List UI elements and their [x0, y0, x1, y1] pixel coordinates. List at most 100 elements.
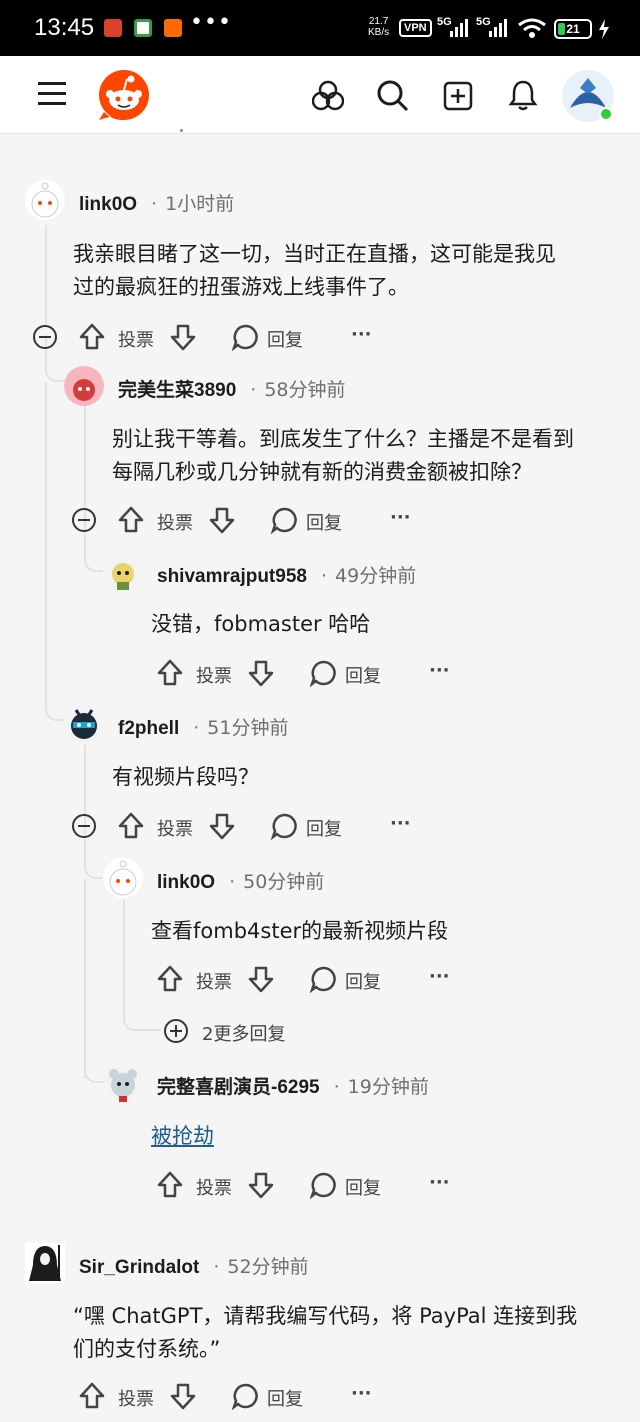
reply-icon[interactable]	[231, 323, 259, 351]
username[interactable]: Sir_Grindalot	[79, 1257, 199, 1278]
downvote-icon[interactable]	[208, 811, 236, 841]
comment-body: 别让我干等着。到底发生了什么？主播是不是看到 每隔几秒或几分钟就有新的消费金额被…	[112, 427, 574, 484]
more-options-icon[interactable]: ···	[351, 1383, 372, 1404]
reply-icon[interactable]	[270, 812, 298, 840]
reply-icon[interactable]	[309, 659, 337, 687]
timestamp: 49分钟前	[335, 565, 417, 587]
avatar[interactable]	[103, 858, 143, 898]
comment-body-link[interactable]: 被抢劫	[151, 1120, 214, 1153]
collapse-thread-button[interactable]	[33, 325, 57, 349]
downvote-icon[interactable]	[208, 505, 236, 535]
comment-body: 有视频片段吗？	[112, 765, 259, 789]
comment-meta: Sir_Grindalot · 52分钟前	[79, 1256, 309, 1278]
comment-body: “嘿 ChatGPT，请帮我编写代码，将 PayPal 连接到我 们的支付系统。…	[73, 1304, 578, 1361]
vote-label: 投票	[196, 1178, 232, 1199]
reply-icon[interactable]	[270, 506, 298, 534]
vote-label: 投票	[118, 1389, 154, 1410]
reply-icon[interactable]	[309, 965, 337, 993]
create-post-icon[interactable]	[443, 81, 473, 111]
timestamp: 19分钟前	[347, 1076, 429, 1098]
expand-more-replies-icon[interactable]	[164, 1019, 188, 1043]
battery-icon: 21	[554, 19, 592, 39]
comment-actions: 投票 回复 ···	[111, 654, 471, 694]
downvote-icon[interactable]	[247, 964, 275, 994]
vote-label: 投票	[157, 819, 193, 840]
comment-actions: 投票 回复 ···	[111, 1166, 471, 1206]
reply-button[interactable]: 回复	[267, 1385, 303, 1411]
comment-body: 查看fomb4ster的最新视频片段	[151, 919, 449, 943]
avatar[interactable]	[25, 180, 65, 220]
mi-notification-icon	[164, 19, 182, 37]
more-options-icon[interactable]: ···	[429, 966, 450, 987]
reply-button[interactable]: 回复	[345, 1174, 381, 1200]
upvote-icon[interactable]	[117, 811, 145, 841]
timestamp: 51分钟前	[207, 717, 289, 739]
username[interactable]: link0O	[79, 194, 137, 215]
more-options-icon[interactable]: ···	[429, 1172, 450, 1193]
downvote-icon[interactable]	[169, 322, 197, 352]
upvote-icon[interactable]	[78, 1381, 106, 1411]
comment-meta: 完美生菜3890 · 58分钟前	[118, 379, 346, 401]
reply-icon[interactable]	[231, 1382, 259, 1410]
reply-button[interactable]: 回复	[345, 968, 381, 994]
downvote-icon[interactable]	[169, 1381, 197, 1411]
explore-icon[interactable]	[312, 80, 344, 112]
comment-feed: link0O · 1小时前 我亲眼目睹了这一切，当时正在直播，这可能是我见 过的最疯…	[0, 129, 640, 1422]
downvote-icon[interactable]	[247, 1170, 275, 1200]
timestamp: 52分钟前	[227, 1256, 309, 1278]
comment-meta: link0O · 50分钟前	[157, 871, 325, 893]
collapse-thread-button[interactable]	[72, 814, 96, 838]
username[interactable]: 完美生菜3890	[118, 380, 236, 401]
user-avatar[interactable]	[560, 68, 616, 124]
comment-meta: f2phell · 51分钟前	[118, 717, 289, 739]
more-options-icon[interactable]: ···	[390, 813, 411, 834]
avatar[interactable]	[25, 1243, 65, 1283]
vote-label: 投票	[157, 513, 193, 534]
reply-button[interactable]: 回复	[306, 815, 342, 841]
reply-button[interactable]: 回复	[345, 662, 381, 688]
username[interactable]: shivamrajput958	[157, 566, 307, 587]
comment-meta: shivamrajput958 · 49分钟前	[157, 565, 417, 587]
avatar[interactable]	[103, 552, 143, 592]
timestamp: 50分钟前	[243, 871, 325, 893]
comment-meta: link0O · 1小时前	[79, 193, 235, 215]
downvote-icon[interactable]	[247, 658, 275, 688]
avatar[interactable]	[64, 366, 104, 406]
upvote-icon[interactable]	[117, 505, 145, 535]
more-options-icon[interactable]: ···	[351, 324, 372, 345]
avatar[interactable]	[103, 1063, 143, 1103]
username[interactable]: 完整喜剧演员-6295	[157, 1077, 320, 1098]
timestamp: 58分钟前	[264, 379, 346, 401]
upvote-icon[interactable]	[156, 658, 184, 688]
signal-icon-2	[489, 19, 507, 37]
comment-actions: 投票 回复 ···	[72, 501, 432, 541]
vote-label: 投票	[118, 330, 154, 351]
more-options-icon[interactable]: ···	[390, 507, 411, 528]
collapse-thread-button[interactable]	[72, 508, 96, 532]
vote-label: 投票	[196, 972, 232, 993]
chrome-notification-icon	[134, 19, 152, 37]
hamburger-menu-icon[interactable]	[38, 81, 66, 107]
more-options-icon[interactable]: ···	[429, 660, 450, 681]
net-speed: 21.7 KB/s	[368, 16, 390, 38]
upvote-icon[interactable]	[156, 964, 184, 994]
signal-icon	[450, 19, 468, 37]
upvote-icon[interactable]	[156, 1170, 184, 1200]
reply-button[interactable]: 回复	[267, 326, 303, 352]
username[interactable]: link0O	[157, 872, 215, 893]
reply-icon[interactable]	[309, 1171, 337, 1199]
upvote-icon[interactable]	[78, 322, 106, 352]
charging-icon	[599, 19, 609, 39]
status-bar: 13:45 ••• 21.7 KB/s VPN 5G 5G 21	[0, 0, 640, 56]
notifications-icon[interactable]	[508, 79, 538, 111]
more-notifications-icon: •••	[190, 10, 232, 35]
avatar[interactable]	[64, 704, 104, 744]
app-header	[0, 56, 640, 134]
reply-button[interactable]: 回复	[306, 509, 342, 535]
reddit-logo[interactable]	[96, 68, 152, 122]
username[interactable]: f2phell	[118, 718, 179, 739]
comment-actions: 投票 回复 ···	[33, 318, 393, 358]
vpn-badge: VPN	[399, 19, 432, 37]
search-icon[interactable]	[377, 80, 409, 112]
more-replies-link[interactable]: 2更多回复	[202, 1020, 285, 1046]
